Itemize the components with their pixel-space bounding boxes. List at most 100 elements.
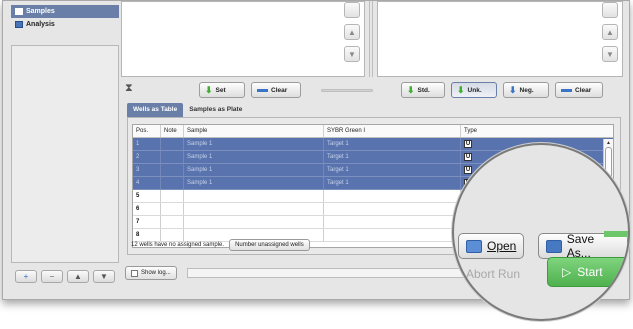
sidebar-item-label: Analysis xyxy=(26,21,55,28)
sidebar-item-label: Samples xyxy=(26,8,55,15)
cell-note xyxy=(161,203,184,215)
cell-sample xyxy=(184,216,324,228)
unk-button[interactable]: ⬇ Unk. xyxy=(451,82,497,98)
cell-pos: 4 xyxy=(133,177,161,189)
move-up-icon[interactable]: ▲ xyxy=(344,24,360,40)
chart-icon xyxy=(15,21,23,28)
right-pane-controls: ▲ ▼ xyxy=(602,2,620,74)
neg-button[interactable]: ⬇ Neg. xyxy=(503,82,549,98)
left-pane-controls: ▲ ▼ xyxy=(344,2,362,74)
pane-top-button[interactable] xyxy=(344,2,360,18)
arrow-down-icon: ⬇ xyxy=(205,84,213,95)
pane-top-button[interactable] xyxy=(602,2,618,18)
sidebar-list xyxy=(11,45,119,263)
cell-note xyxy=(161,177,184,189)
neg-label: Neg. xyxy=(519,86,534,94)
scroll-up-icon[interactable]: ▲ xyxy=(606,140,611,146)
show-log-button[interactable]: Show log... xyxy=(125,266,177,280)
column-header-sample[interactable]: Sample xyxy=(184,125,324,137)
clear-type-button[interactable]: Clear xyxy=(555,82,603,98)
cell-target: Target 1 xyxy=(324,164,461,176)
move-down-icon[interactable]: ▼ xyxy=(602,46,618,62)
unk-label: Unk. xyxy=(467,86,482,94)
table-header: Pos. Note Sample SYBR Green I Type xyxy=(133,125,613,138)
standard-icon: ⬇ xyxy=(407,84,415,95)
sidebar-item-analysis[interactable]: Analysis xyxy=(11,18,119,31)
start-button[interactable]: ▷ Start xyxy=(547,257,628,287)
cell-pos: 5 xyxy=(133,190,161,202)
open-button[interactable]: Open xyxy=(458,233,525,259)
cell-sample xyxy=(184,190,324,202)
set-button[interactable]: ⬇ Set xyxy=(199,82,245,98)
cell-note xyxy=(161,138,184,150)
view-tabs: Wells as Table Samples as Plate xyxy=(127,103,248,117)
right-list-pane[interactable]: ▲ ▼ xyxy=(377,1,623,77)
save-icon xyxy=(546,239,562,253)
negative-icon: ⬇ xyxy=(509,84,517,95)
move-down-button[interactable]: ▼ xyxy=(93,270,115,283)
cell-pos: 3 xyxy=(133,164,161,176)
splitter[interactable] xyxy=(369,1,373,77)
play-icon: ▷ xyxy=(562,265,572,279)
cell-note xyxy=(161,151,184,163)
unknown-type-icon: U xyxy=(464,153,472,161)
cell-pos: 1 xyxy=(133,138,161,150)
cell-target xyxy=(324,190,461,202)
sidebar: Samples Analysis + − ▲ ▼ xyxy=(11,5,119,288)
add-button[interactable]: + xyxy=(15,270,37,283)
folder-icon xyxy=(466,239,482,253)
cell-sample: Sample 1 xyxy=(184,151,324,163)
cell-pos: 2 xyxy=(133,151,161,163)
cell-note xyxy=(161,164,184,176)
clear-button[interactable]: Clear xyxy=(251,82,301,98)
cell-pos: 7 xyxy=(133,216,161,228)
std-button[interactable]: ⬇ Std. xyxy=(401,82,445,98)
minus-icon xyxy=(561,88,572,92)
move-up-icon[interactable]: ▲ xyxy=(602,24,618,40)
abort-run-button[interactable]: Abort Run xyxy=(466,267,520,281)
hourglass-icon: ⧗ xyxy=(125,82,133,94)
minus-icon xyxy=(257,88,268,92)
cell-sample xyxy=(184,203,324,215)
cell-target: Target 1 xyxy=(324,177,461,189)
magnifier-callout: Open Save As... Abort Run ▷ Start xyxy=(452,143,630,321)
move-down-icon[interactable]: ▼ xyxy=(344,46,360,62)
cell-target xyxy=(324,216,461,228)
cell-sample: Sample 1 xyxy=(184,177,324,189)
column-header-pos[interactable]: Pos. xyxy=(133,125,161,137)
unknown-type-icon: U xyxy=(464,166,472,174)
assign-toolbar: ⧗ ⬇ Set Clear ⬇ Std. ⬇ Unk. ⬇ Neg. Clear xyxy=(121,79,625,101)
set-label: Set xyxy=(215,86,226,94)
cell-sample: Sample 1 xyxy=(184,138,324,150)
clear-type-label: Clear xyxy=(575,86,592,94)
left-list-pane[interactable]: ▲ ▼ xyxy=(121,1,365,77)
open-label: Open xyxy=(487,239,517,253)
cell-target: Target 1 xyxy=(324,138,461,150)
cell-note xyxy=(161,190,184,202)
column-header-type[interactable]: Type xyxy=(461,125,601,137)
cell-target: Target 1 xyxy=(324,151,461,163)
std-label: Std. xyxy=(417,86,430,94)
cell-note xyxy=(161,216,184,228)
tab-samples-as-plate[interactable]: Samples as Plate xyxy=(183,103,248,117)
column-header-sybr[interactable]: SYBR Green I xyxy=(324,125,461,137)
cell-target xyxy=(324,203,461,215)
number-unassigned-button[interactable]: Number unassigned wells xyxy=(229,239,310,251)
column-header-note[interactable]: Note xyxy=(161,125,184,137)
sidebar-buttons: + − ▲ ▼ xyxy=(15,270,115,283)
unassigned-status: 12 wells have no assigned sample. Number… xyxy=(131,239,310,251)
show-log-label: Show log... xyxy=(141,270,171,276)
checkbox-icon xyxy=(131,269,138,277)
slider[interactable] xyxy=(321,89,373,92)
cell-target xyxy=(324,229,461,241)
remove-button[interactable]: − xyxy=(41,270,63,283)
move-up-button[interactable]: ▲ xyxy=(67,270,89,283)
unknown-icon: ⬇ xyxy=(457,84,465,95)
status-message: 12 wells have no assigned sample. xyxy=(131,242,225,248)
sidebar-item-samples[interactable]: Samples xyxy=(11,5,119,18)
cell-pos: 6 xyxy=(133,203,161,215)
tab-wells-as-table[interactable]: Wells as Table xyxy=(127,103,184,117)
clear-label: Clear xyxy=(271,86,288,94)
start-label: Start xyxy=(577,265,603,279)
progress-strip xyxy=(604,231,628,237)
